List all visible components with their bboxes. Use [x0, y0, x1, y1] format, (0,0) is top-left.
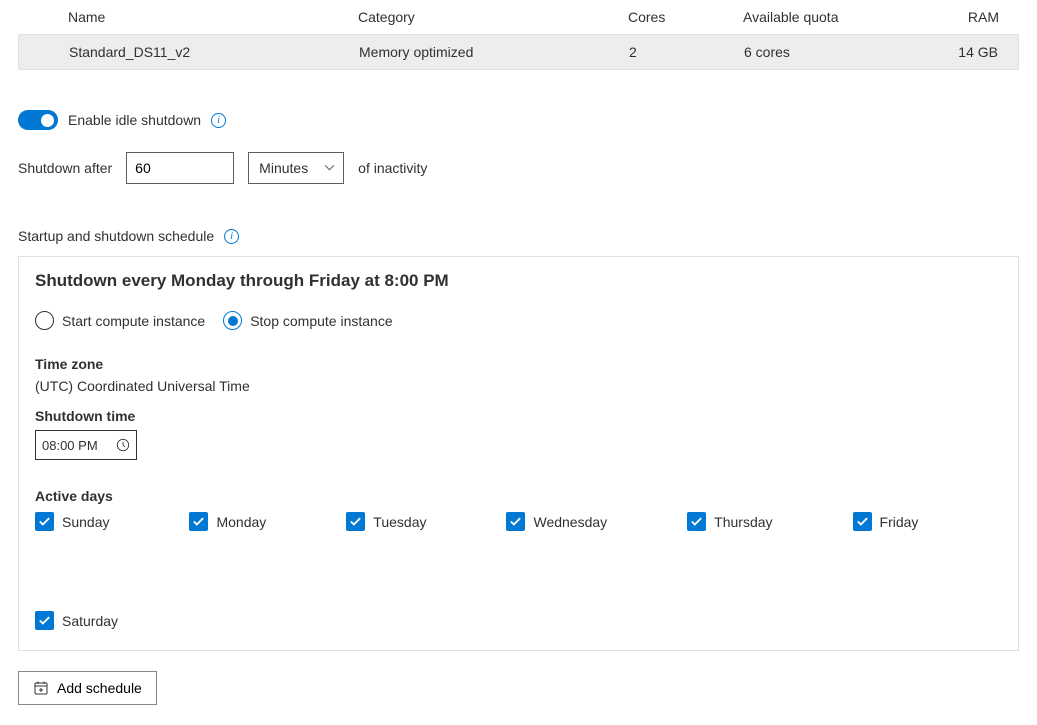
cell-ram: 14 GB	[894, 44, 1018, 60]
col-header-quota[interactable]: Available quota	[693, 9, 893, 25]
start-compute-label: Start compute instance	[62, 313, 205, 329]
stop-compute-radio[interactable]: Stop compute instance	[223, 311, 392, 330]
timezone-value: (UTC) Coordinated Universal Time	[35, 378, 1002, 394]
day-label: Wednesday	[533, 514, 607, 530]
day-label: Sunday	[62, 514, 109, 530]
add-schedule-button[interactable]: Add schedule	[18, 671, 157, 705]
enable-idle-shutdown-toggle[interactable]	[18, 110, 58, 130]
add-schedule-label: Add schedule	[57, 680, 142, 696]
day-label: Saturday	[62, 613, 118, 629]
day-checkbox-saturday[interactable]: Saturday	[35, 611, 118, 630]
timezone-label: Time zone	[35, 356, 1002, 372]
day-checkbox-wednesday[interactable]: Wednesday	[506, 512, 607, 531]
vm-size-table: Name Category Cores Available quota RAM …	[18, 0, 1019, 70]
checkbox-checked-icon	[853, 512, 872, 531]
shutdown-time-input[interactable]: 08:00 PM	[35, 430, 137, 460]
shutdown-time-label: Shutdown time	[35, 408, 1002, 424]
stop-compute-label: Stop compute instance	[250, 313, 392, 329]
start-compute-radio[interactable]: Start compute instance	[35, 311, 205, 330]
schedule-panel: Shutdown every Monday through Friday at …	[18, 256, 1019, 651]
schedule-heading: Shutdown every Monday through Friday at …	[35, 271, 1002, 291]
cell-category: Memory optimized	[309, 44, 579, 60]
shutdown-unit-select[interactable]: Minutes	[248, 152, 344, 184]
checkbox-checked-icon	[346, 512, 365, 531]
day-checkbox-friday[interactable]: Friday	[853, 512, 919, 531]
radio-selected-icon	[223, 311, 242, 330]
cell-quota: 6 cores	[694, 44, 894, 60]
day-label: Thursday	[714, 514, 772, 530]
col-header-category[interactable]: Category	[308, 9, 578, 25]
day-label: Tuesday	[373, 514, 426, 530]
day-checkbox-monday[interactable]: Monday	[189, 512, 266, 531]
checkbox-checked-icon	[687, 512, 706, 531]
clock-icon	[116, 438, 130, 452]
col-header-name[interactable]: Name	[18, 9, 308, 25]
day-checkbox-sunday[interactable]: Sunday	[35, 512, 109, 531]
shutdown-after-input[interactable]	[126, 152, 234, 184]
shutdown-time-value: 08:00 PM	[42, 438, 98, 453]
chevron-down-icon	[324, 165, 335, 172]
table-header-row: Name Category Cores Available quota RAM	[18, 0, 1019, 34]
day-checkbox-thursday[interactable]: Thursday	[687, 512, 772, 531]
col-header-ram[interactable]: RAM	[893, 9, 1019, 25]
active-days-label: Active days	[35, 488, 1002, 504]
calendar-add-icon	[33, 680, 49, 696]
info-icon[interactable]: i	[211, 113, 226, 128]
shutdown-unit-value: Minutes	[259, 160, 308, 176]
col-header-cores[interactable]: Cores	[578, 9, 693, 25]
schedule-section-title: Startup and shutdown schedule	[18, 228, 214, 244]
cell-name: Standard_DS11_v2	[19, 44, 309, 60]
checkbox-checked-icon	[35, 611, 54, 630]
day-checkbox-tuesday[interactable]: Tuesday	[346, 512, 426, 531]
radio-unselected-icon	[35, 311, 54, 330]
day-label: Monday	[216, 514, 266, 530]
cell-cores: 2	[579, 44, 694, 60]
checkbox-checked-icon	[35, 512, 54, 531]
day-label: Friday	[880, 514, 919, 530]
table-row[interactable]: Standard_DS11_v2 Memory optimized 2 6 co…	[18, 34, 1019, 70]
shutdown-after-label: Shutdown after	[18, 160, 112, 176]
checkbox-checked-icon	[189, 512, 208, 531]
info-icon[interactable]: i	[224, 229, 239, 244]
enable-idle-shutdown-label: Enable idle shutdown	[68, 112, 201, 128]
inactivity-suffix: of inactivity	[358, 160, 427, 176]
checkbox-checked-icon	[506, 512, 525, 531]
